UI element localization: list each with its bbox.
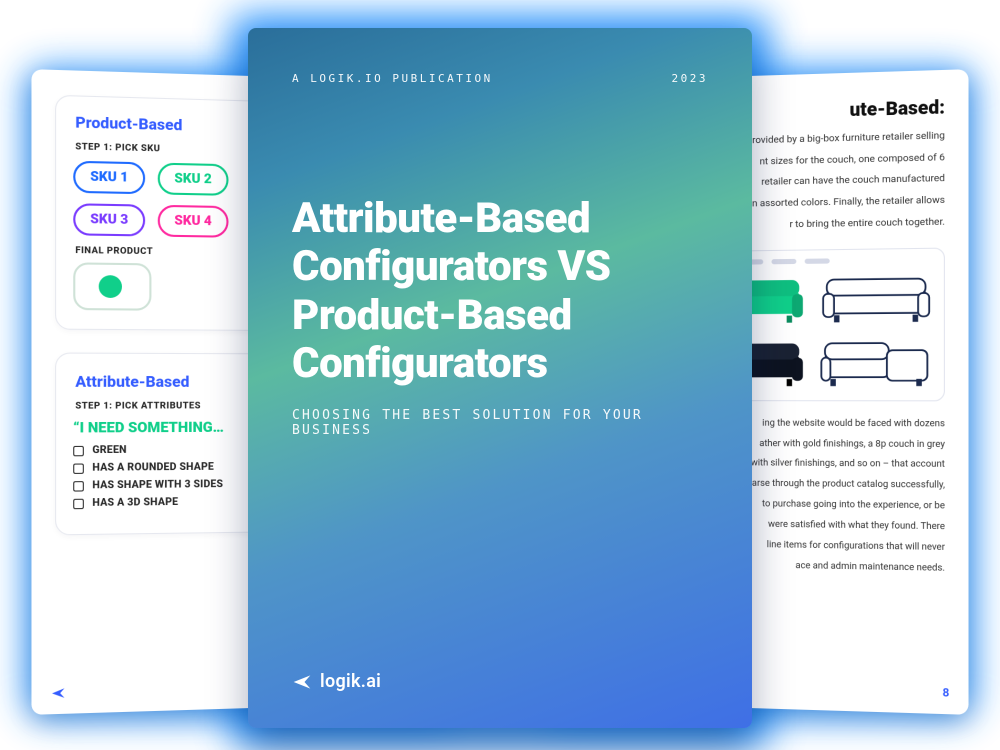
- sku-pill: SKU 2: [158, 163, 229, 196]
- title-line: Configurators VS: [292, 242, 611, 291]
- option-label: HAS A ROUNDED SHAPE: [92, 462, 214, 474]
- title-line: Configurators: [292, 339, 548, 388]
- title-line: Product-Based: [292, 291, 572, 340]
- cover-page: A LOGIK.IO PUBLICATION 2023 Attribute-Ba…: [248, 28, 752, 728]
- publication-mockup: Product-Based STEP 1: PICK SKU SKU 1 SKU…: [0, 0, 1000, 750]
- page-number: 8: [942, 686, 949, 700]
- cover-subtitle: CHOOSING THE BEST SOLUTION FOR YOUR BUSI…: [292, 408, 708, 438]
- sku-pill: SKU 1: [73, 161, 145, 195]
- checkbox-icon: [73, 498, 84, 508]
- checkbox-icon: [73, 481, 84, 491]
- year-label: 2023: [672, 72, 709, 85]
- product-swatch-icon: [99, 275, 122, 298]
- sku-pill: SKU 4: [158, 205, 229, 238]
- couch-outline-icon: [819, 269, 933, 324]
- paper-plane-icon: [292, 672, 312, 692]
- cover-header: A LOGIK.IO PUBLICATION 2023: [292, 72, 708, 85]
- brand-logo: logik.ai: [292, 671, 708, 692]
- logo-small-icon: [51, 686, 66, 702]
- cover-title-block: Attribute-Based Configurators VS Product…: [292, 195, 708, 451]
- cover-title: Attribute-Based Configurators VS Product…: [292, 195, 708, 388]
- brand-text: logik.ai: [320, 671, 381, 692]
- option-label: GREEN: [92, 445, 126, 457]
- title-line: Attribute-Based: [292, 194, 590, 243]
- publisher-label: A LOGIK.IO PUBLICATION: [292, 72, 493, 85]
- checkbox-icon: [73, 445, 84, 455]
- final-product-box: [73, 262, 151, 310]
- option-label: HAS A 3D SHAPE: [92, 497, 178, 509]
- couch-sectional-outline-icon: [819, 333, 933, 387]
- sku-pill: SKU 3: [73, 203, 145, 236]
- checkbox-icon: [73, 463, 84, 473]
- option-label: HAS SHAPE WITH 3 SIDES: [92, 479, 223, 492]
